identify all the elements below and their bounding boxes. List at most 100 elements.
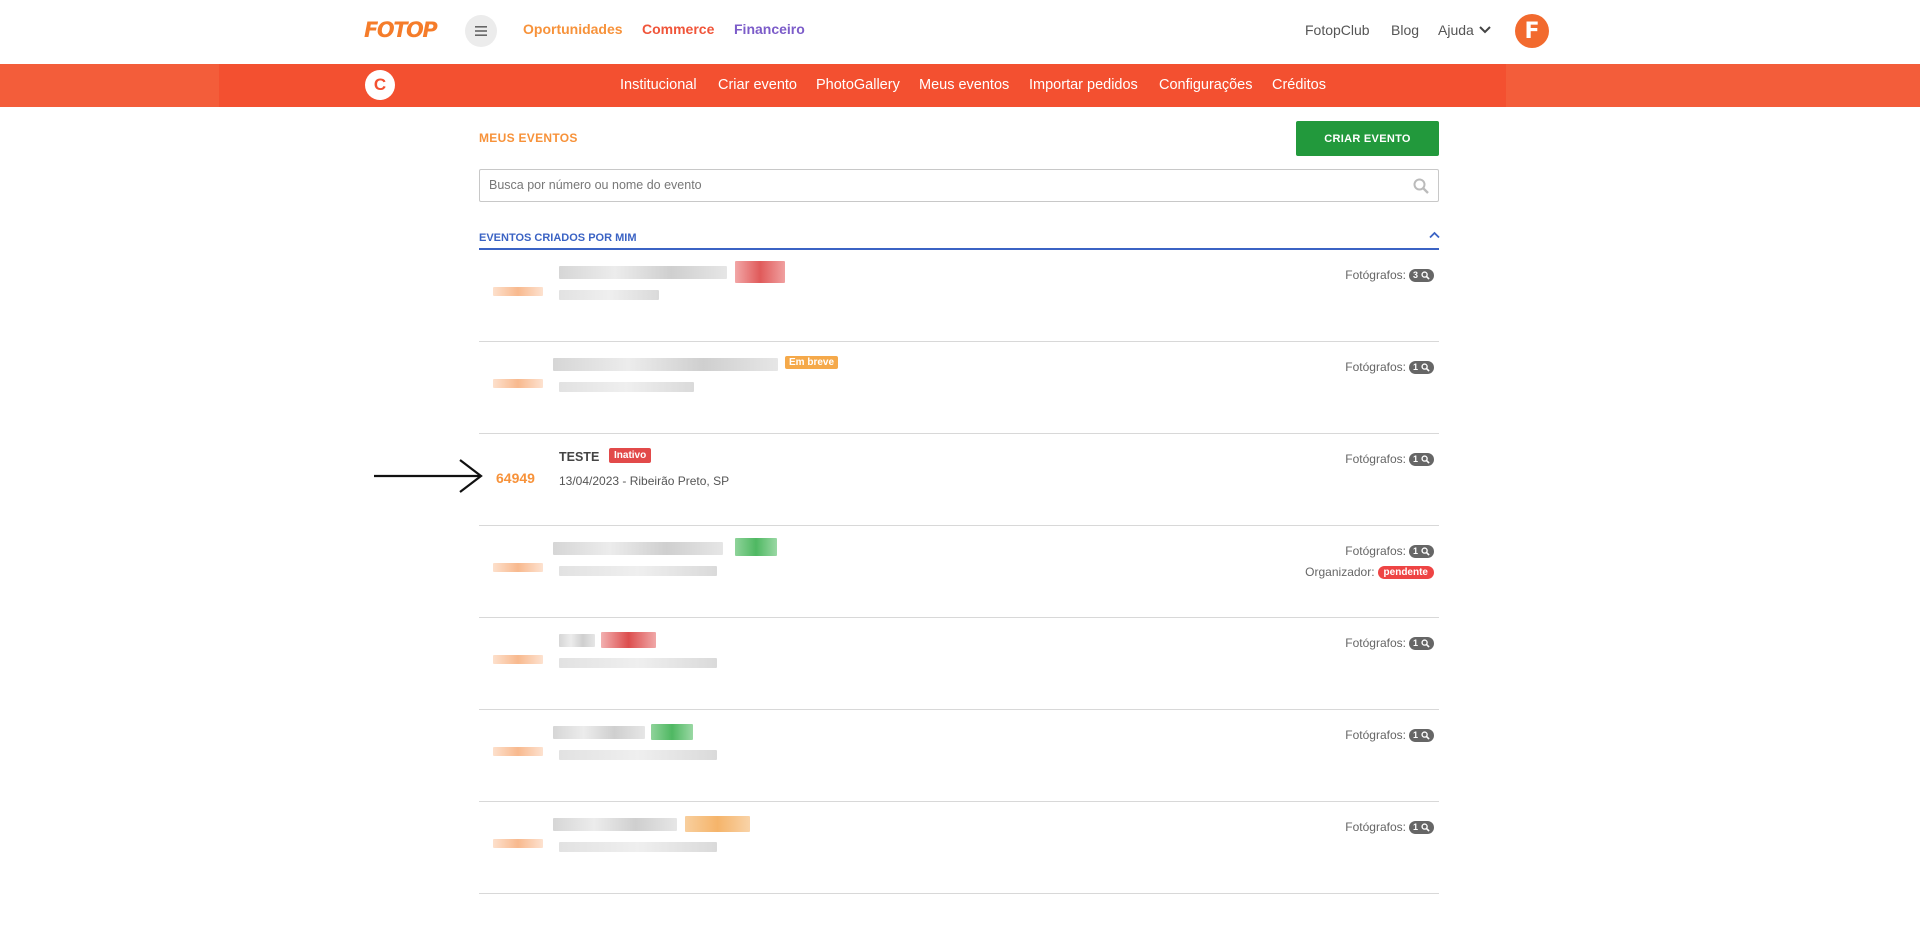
status-badge-redacted — [735, 261, 785, 283]
event-meta-redacted — [559, 566, 717, 576]
magnifier-icon — [1421, 822, 1430, 832]
status-badge: Em breve — [785, 356, 839, 369]
fotografos-info: Fotógrafos: 1 — [1345, 636, 1434, 650]
search-icon[interactable] — [1412, 177, 1430, 195]
fotografos-count-badge[interactable]: 1 — [1408, 544, 1434, 558]
fotografos-count: 3 — [1412, 270, 1418, 280]
fotografos-label: Fotógrafos: — [1345, 268, 1406, 282]
nav-commerce[interactable]: Commerce — [642, 21, 714, 37]
event-row[interactable]: 64949 TESTE Inativo 13/04/2023 - Ribeirã… — [479, 434, 1439, 526]
status-badge-redacted — [651, 724, 693, 740]
fotografos-count-badge[interactable]: 1 — [1408, 636, 1434, 650]
search-box — [479, 169, 1439, 202]
fotografos-count-badge[interactable]: 1 — [1408, 452, 1434, 466]
pointer-arrow-icon — [374, 459, 483, 493]
subnav-criar-evento[interactable]: Criar evento — [718, 77, 797, 93]
status-badge: Inativo — [609, 448, 652, 463]
nav-fotopclub[interactable]: FotopClub — [1305, 22, 1370, 38]
event-meta-redacted — [559, 290, 659, 300]
event-name[interactable]: TESTE — [559, 450, 599, 464]
subnav-photogallery[interactable]: PhotoGallery — [816, 77, 900, 93]
event-row[interactable]: Fotógrafos: 1 Organizador: pendente — [479, 526, 1439, 618]
fotografos-info: Fotógrafos: 3 — [1345, 268, 1434, 282]
subnav-configuracoes[interactable]: Configurações — [1159, 77, 1253, 93]
hamburger-menu-button[interactable] — [465, 15, 497, 47]
event-number-redacted — [493, 747, 543, 756]
status-badge-redacted — [601, 632, 656, 648]
subnav-creditos[interactable]: Créditos — [1272, 77, 1326, 93]
event-row[interactable]: Em breve Fotógrafos: 1 — [479, 342, 1439, 434]
fotografos-count-badge[interactable]: 1 — [1408, 820, 1434, 834]
nav-ajuda[interactable]: Ajuda — [1438, 22, 1474, 38]
menu-icon — [475, 26, 487, 36]
event-name-redacted — [559, 266, 727, 279]
subnav-meus-eventos[interactable]: Meus eventos — [919, 77, 1009, 93]
search-input[interactable] — [489, 178, 1389, 192]
fotografos-count-badge[interactable]: 1 — [1408, 728, 1434, 742]
magnifier-icon — [1421, 730, 1430, 740]
fotografos-info: Fotógrafos: 1 — [1345, 452, 1434, 466]
organizador-label: Organizador: — [1305, 565, 1375, 579]
subnav-importar-pedidos[interactable]: Importar pedidos — [1029, 77, 1138, 93]
event-name-redacted — [553, 818, 677, 831]
fotografos-label: Fotógrafos: — [1345, 452, 1406, 466]
nav-financeiro[interactable]: Financeiro — [734, 21, 805, 37]
magnifier-icon — [1421, 454, 1430, 464]
event-meta-redacted — [559, 658, 717, 668]
fotografos-info: Fotógrafos: 1 — [1345, 360, 1434, 374]
event-meta-redacted — [559, 842, 717, 852]
event-name-redacted — [553, 726, 645, 739]
event-name-redacted — [553, 358, 778, 371]
fotografos-count: 1 — [1412, 822, 1418, 832]
event-date-location: 13/04/2023 - Ribeirão Preto, SP — [559, 474, 730, 488]
organizador-status-badge[interactable]: pendente — [1377, 565, 1434, 579]
status-badge-redacted — [685, 816, 750, 832]
create-event-button[interactable]: CRIAR EVENTO — [1296, 121, 1439, 156]
fotografos-info: Fotógrafos: 1 — [1345, 544, 1434, 558]
fotografos-count: 1 — [1412, 638, 1418, 648]
fotografos-label: Fotógrafos: — [1345, 636, 1406, 650]
event-row[interactable]: Fotógrafos: 1 — [479, 802, 1439, 894]
organizador-info: Organizador: pendente — [1305, 565, 1434, 579]
fotografos-count-badge[interactable]: 1 — [1408, 360, 1434, 374]
fotografos-count: 1 — [1412, 546, 1418, 556]
user-avatar[interactable]: F — [1515, 14, 1549, 48]
fotografos-info: Fotógrafos: 1 — [1345, 820, 1434, 834]
event-name-redacted — [559, 634, 595, 647]
fotografos-count-badge[interactable]: 3 — [1408, 268, 1434, 282]
fotografos-count: 1 — [1412, 730, 1418, 740]
magnifier-icon — [1421, 638, 1430, 648]
event-number[interactable]: 64949 — [496, 470, 535, 486]
event-meta-redacted — [559, 750, 717, 760]
event-number-redacted — [493, 287, 543, 296]
chevron-up-icon[interactable] — [1429, 231, 1440, 239]
fotografos-info: Fotógrafos: 1 — [1345, 728, 1434, 742]
fotografos-label: Fotógrafos: — [1345, 820, 1406, 834]
event-row[interactable]: Fotógrafos: 1 — [479, 618, 1439, 710]
magnifier-icon — [1421, 362, 1430, 372]
section-title[interactable]: EVENTOS CRIADOS POR MIM — [479, 232, 636, 244]
fotografos-count: 1 — [1412, 362, 1418, 372]
nav-oportunidades[interactable]: Oportunidades — [523, 21, 623, 37]
nav-blog[interactable]: Blog — [1391, 22, 1419, 38]
event-number-redacted — [493, 379, 543, 388]
event-row[interactable]: Fotógrafos: 1 — [479, 710, 1439, 802]
magnifier-icon — [1421, 270, 1430, 280]
event-number-redacted — [493, 655, 543, 664]
subnav-institucional[interactable]: Institucional — [620, 77, 697, 93]
status-badge-redacted — [735, 538, 777, 556]
event-row[interactable]: Fotógrafos: 3 — [479, 250, 1439, 342]
page-title: MEUS EVENTOS — [479, 131, 578, 145]
magnifier-icon — [1421, 546, 1430, 556]
fotografos-label: Fotógrafos: — [1345, 728, 1406, 742]
event-number-redacted — [493, 563, 543, 572]
event-number-redacted — [493, 839, 543, 848]
chevron-down-icon[interactable] — [1479, 25, 1491, 35]
event-name-redacted — [553, 542, 723, 555]
fotop-logo[interactable]: FOTOP — [364, 18, 438, 42]
fotografos-count: 1 — [1412, 454, 1418, 464]
event-meta-redacted — [559, 382, 694, 392]
fotografos-label: Fotógrafos: — [1345, 360, 1406, 374]
company-badge[interactable]: C — [365, 70, 395, 100]
fotografos-label: Fotógrafos: — [1345, 544, 1406, 558]
